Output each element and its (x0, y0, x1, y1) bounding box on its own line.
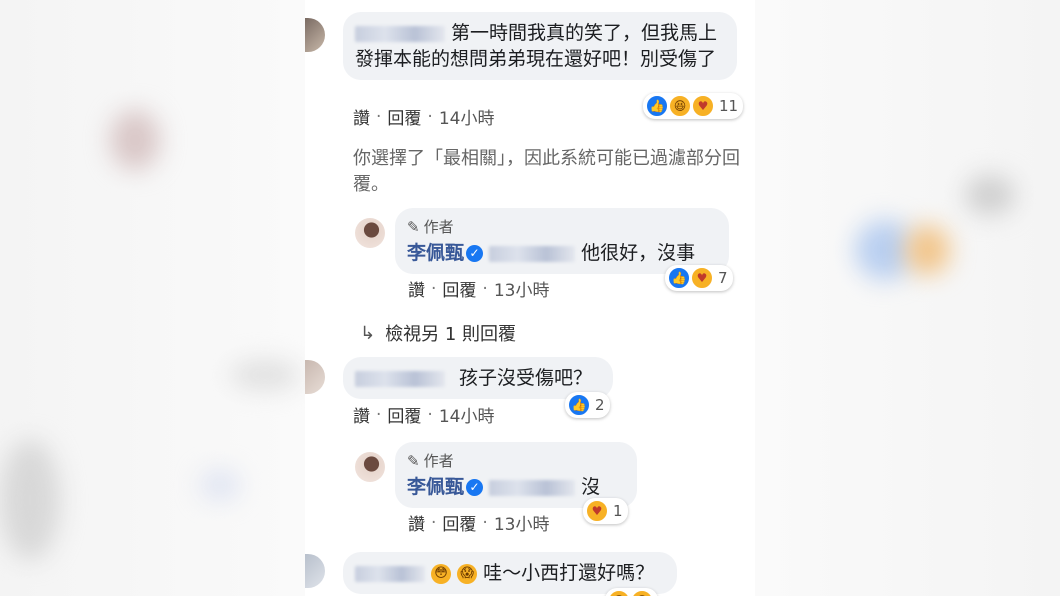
blurred-mention[interactable] (489, 245, 576, 262)
comment-thread: 第一時間我真的笑了，但我馬上發揮本能的想問弟弟現在還好吧！別受傷了 👍 😆 ♥ … (305, 0, 755, 596)
blurred-background-left (0, 0, 305, 596)
like-button[interactable]: 讚 (408, 276, 425, 301)
verified-icon: ✓ (466, 479, 484, 496)
blurred-shape (200, 470, 240, 500)
timestamp[interactable]: 13小時 (494, 276, 550, 301)
reaction-count: 11 (719, 97, 739, 115)
like-icon: 👍 (668, 267, 690, 289)
reply-text: 沒 (581, 476, 601, 498)
reply-button[interactable]: 回覆 (442, 276, 476, 301)
reaction-summary[interactable]: ♥ 1 (583, 498, 628, 524)
separator: · (427, 106, 433, 127)
timestamp[interactable]: 14小時 (439, 402, 495, 427)
author-avatar[interactable] (355, 218, 385, 248)
reply-text: 他很好，沒事 (581, 242, 696, 264)
separator: · (376, 106, 382, 127)
view-more-replies[interactable]: ↳ 檢視另 1 則回覆 (360, 320, 516, 346)
reply-button[interactable]: 回覆 (442, 510, 476, 535)
care-icon: ♥ (691, 267, 713, 289)
separator: · (427, 404, 433, 425)
reaction-summary[interactable]: 👍 2 (565, 392, 610, 418)
author-tag-label: 作者 (423, 218, 454, 236)
blurred-background-right (755, 0, 1060, 596)
haha-icon: 😆 (669, 95, 691, 117)
comment-bubble: 第一時間我真的笑了，但我馬上發揮本能的想問弟弟現在還好吧！別受傷了 (343, 12, 737, 80)
reply-arrow-icon: ↳ (360, 322, 376, 344)
reaction-count: 2 (595, 396, 605, 414)
separator: · (376, 404, 382, 425)
like-icon: 👍 (568, 394, 590, 416)
reply-actions: 讚 · 回覆 · 13小時 (408, 276, 550, 302)
like-button[interactable]: 讚 (353, 402, 370, 427)
comment-actions: 讚 · 回覆 · 14小時 (353, 402, 495, 428)
blurred-username[interactable] (355, 25, 445, 42)
timestamp[interactable]: 14小時 (439, 104, 495, 129)
care-icon: ♥ (586, 500, 608, 522)
comment-actions: 讚 · 回覆 · 14小時 (353, 104, 495, 130)
reaction-summary[interactable]: 👍 😆 ♥ 11 (643, 93, 744, 119)
view-more-label: 檢視另 1 則回覆 (385, 324, 516, 345)
separator: · (431, 278, 437, 299)
blurred-shape (110, 110, 160, 170)
like-icon: 👍 (646, 95, 668, 117)
pencil-icon: ✎ (407, 452, 420, 470)
comment-text: 孩子沒受傷吧？ (459, 367, 593, 389)
blurred-shape (0, 440, 60, 560)
verified-icon: ✓ (466, 245, 484, 262)
like-button[interactable]: 讚 (408, 510, 425, 535)
wow-icon: 😮 (608, 590, 630, 596)
wow-icon: 😮 (631, 590, 653, 596)
pencil-icon: ✎ (407, 218, 420, 236)
blurred-shape (905, 225, 950, 275)
avatar[interactable] (305, 18, 325, 52)
blurred-username[interactable] (355, 565, 425, 582)
timestamp[interactable]: 13小時 (494, 510, 550, 535)
avatar[interactable] (305, 360, 325, 394)
reply-actions: 讚 · 回覆 · 13小時 (408, 510, 550, 536)
reaction-summary[interactable]: 👍 ♥ 7 (665, 265, 733, 291)
care-icon: ♥ (692, 95, 714, 117)
blurred-shape (230, 360, 300, 390)
like-button[interactable]: 讚 (353, 104, 370, 129)
avatar[interactable] (305, 554, 325, 588)
blurred-mention[interactable] (489, 479, 576, 496)
flushed-emoji-icon: 😳 (431, 563, 452, 584)
reaction-summary[interactable]: 😮 😮 (605, 588, 658, 596)
reaction-count: 1 (613, 502, 623, 520)
separator: · (482, 278, 488, 299)
separator: · (431, 512, 437, 533)
author-avatar[interactable] (355, 452, 385, 482)
filter-notice: 你選擇了「最相關」，因此系統可能已過濾部分回覆。 (353, 148, 740, 195)
separator: · (482, 512, 488, 533)
author-badge: ✎ 作者 (407, 448, 625, 474)
author-badge: ✎ 作者 (407, 214, 717, 240)
scream-emoji-icon: 😱 (457, 563, 478, 584)
comment-text: 哇～小西打還好嗎？ (483, 562, 655, 584)
blurred-shape (965, 175, 1015, 215)
blurred-username[interactable] (355, 370, 445, 387)
reply-button[interactable]: 回覆 (387, 402, 421, 427)
reaction-count: 7 (718, 269, 728, 287)
reply-button[interactable]: 回覆 (387, 104, 421, 129)
author-tag-label: 作者 (423, 452, 454, 470)
author-name[interactable]: 李佩甄 (407, 476, 464, 498)
author-name[interactable]: 李佩甄 (407, 242, 464, 264)
